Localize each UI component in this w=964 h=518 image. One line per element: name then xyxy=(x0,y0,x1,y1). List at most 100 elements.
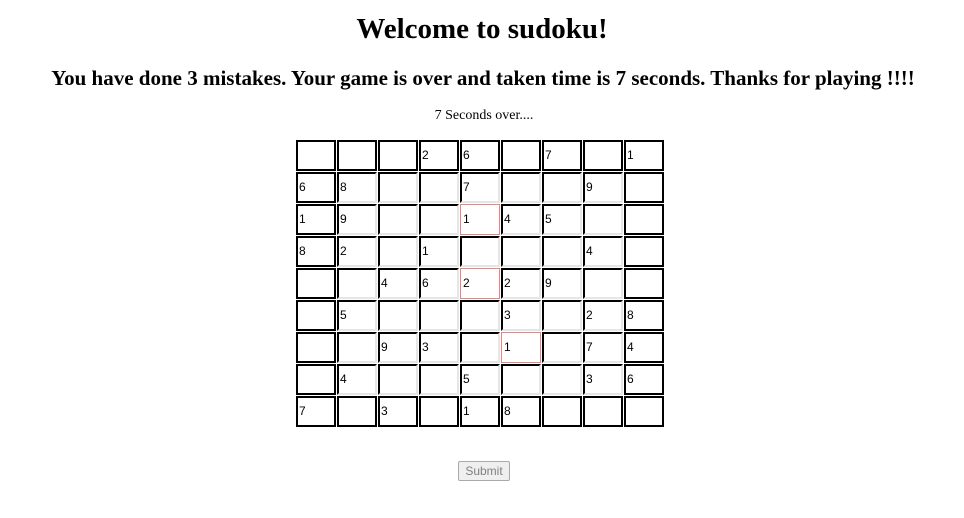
board-cell-wrapper xyxy=(542,396,582,427)
sudoku-cell[interactable]: 2 xyxy=(337,236,377,267)
sudoku-cell[interactable] xyxy=(337,332,377,363)
board-row: 68 7 9 xyxy=(296,172,664,203)
sudoku-cell[interactable]: 9 xyxy=(542,268,582,299)
sudoku-cell[interactable]: 8 xyxy=(296,236,336,267)
sudoku-cell[interactable]: 1 xyxy=(419,236,459,267)
sudoku-cell[interactable] xyxy=(337,140,377,171)
submit-button[interactable]: Submit xyxy=(458,461,510,481)
sudoku-cell[interactable] xyxy=(624,236,664,267)
sudoku-cell[interactable] xyxy=(460,300,500,331)
sudoku-cell[interactable] xyxy=(296,300,336,331)
sudoku-cell[interactable] xyxy=(542,236,582,267)
sudoku-cell[interactable] xyxy=(378,204,418,235)
sudoku-cell[interactable]: 5 xyxy=(460,364,500,395)
sudoku-cell[interactable]: 7 xyxy=(542,140,582,171)
sudoku-cell[interactable] xyxy=(378,300,418,331)
sudoku-cell[interactable]: 3 xyxy=(378,396,418,427)
sudoku-cell[interactable]: 1 xyxy=(460,396,500,427)
sudoku-cell[interactable] xyxy=(460,236,500,267)
sudoku-cell[interactable]: 3 xyxy=(501,300,541,331)
sudoku-cell[interactable]: 8 xyxy=(501,396,541,427)
sudoku-cell[interactable] xyxy=(624,172,664,203)
sudoku-cell-mistake[interactable]: 2 xyxy=(460,268,500,299)
sudoku-cell[interactable]: 6 xyxy=(624,364,664,395)
sudoku-cell[interactable] xyxy=(378,172,418,203)
sudoku-cell[interactable] xyxy=(419,396,459,427)
board-cell-wrapper: 7 xyxy=(296,396,336,427)
sudoku-cell[interactable]: 2 xyxy=(419,140,459,171)
board-cell-wrapper: 1 xyxy=(296,204,336,235)
sudoku-cell[interactable] xyxy=(583,140,623,171)
board-cell-wrapper xyxy=(460,300,500,331)
board-row: 4 5 36 xyxy=(296,364,664,395)
sudoku-cell[interactable] xyxy=(501,172,541,203)
board-row: 7 3 18 xyxy=(296,396,664,427)
sudoku-cell[interactable]: 1 xyxy=(296,204,336,235)
sudoku-cell[interactable]: 9 xyxy=(337,204,377,235)
sudoku-cell[interactable] xyxy=(337,396,377,427)
sudoku-cell[interactable] xyxy=(337,268,377,299)
sudoku-cell[interactable]: 9 xyxy=(583,172,623,203)
board-cell-wrapper: 6 xyxy=(460,140,500,171)
sudoku-cell[interactable] xyxy=(419,172,459,203)
sudoku-cell[interactable]: 5 xyxy=(337,300,377,331)
board-cell-wrapper xyxy=(296,364,336,395)
sudoku-cell[interactable]: 6 xyxy=(460,140,500,171)
board-cell-wrapper: 4 xyxy=(337,364,377,395)
sudoku-cell[interactable]: 4 xyxy=(624,332,664,363)
sudoku-cell[interactable] xyxy=(542,300,582,331)
sudoku-cell[interactable]: 9 xyxy=(378,332,418,363)
board-cell-wrapper: 1 xyxy=(419,236,459,267)
sudoku-cell[interactable] xyxy=(583,268,623,299)
sudoku-cell[interactable] xyxy=(542,364,582,395)
sudoku-cell-mistake[interactable]: 1 xyxy=(460,204,500,235)
sudoku-cell[interactable] xyxy=(542,172,582,203)
sudoku-cell[interactable]: 4 xyxy=(337,364,377,395)
sudoku-cell-mistake[interactable]: 1 xyxy=(501,332,541,363)
sudoku-cell[interactable]: 6 xyxy=(419,268,459,299)
sudoku-cell[interactable]: 8 xyxy=(624,300,664,331)
sudoku-cell[interactable]: 4 xyxy=(378,268,418,299)
sudoku-cell[interactable]: 4 xyxy=(583,236,623,267)
sudoku-cell[interactable] xyxy=(296,364,336,395)
sudoku-cell[interactable]: 6 xyxy=(296,172,336,203)
board-cell-wrapper xyxy=(419,300,459,331)
sudoku-cell[interactable] xyxy=(378,140,418,171)
sudoku-cell[interactable] xyxy=(542,332,582,363)
timer-text: 7 Seconds over.... xyxy=(434,108,534,123)
sudoku-cell[interactable] xyxy=(624,204,664,235)
sudoku-cell[interactable] xyxy=(501,236,541,267)
sudoku-cell[interactable]: 7 xyxy=(583,332,623,363)
sudoku-cell[interactable]: 5 xyxy=(542,204,582,235)
board-cell-wrapper xyxy=(378,204,418,235)
sudoku-cell[interactable]: 2 xyxy=(501,268,541,299)
sudoku-cell[interactable] xyxy=(419,364,459,395)
sudoku-cell[interactable] xyxy=(378,236,418,267)
sudoku-cell[interactable]: 3 xyxy=(583,364,623,395)
sudoku-cell[interactable]: 7 xyxy=(296,396,336,427)
sudoku-cell[interactable]: 1 xyxy=(624,140,664,171)
sudoku-cell[interactable]: 8 xyxy=(337,172,377,203)
sudoku-cell[interactable] xyxy=(296,268,336,299)
sudoku-cell[interactable]: 3 xyxy=(419,332,459,363)
sudoku-cell[interactable] xyxy=(419,300,459,331)
sudoku-cell[interactable] xyxy=(542,396,582,427)
board-cell-wrapper: 3 xyxy=(419,332,459,363)
sudoku-grid-body: 267168791914582144622953289317445367318 xyxy=(296,140,664,427)
board-cell-wrapper: 5 xyxy=(337,300,377,331)
sudoku-cell[interactable] xyxy=(419,204,459,235)
sudoku-cell[interactable] xyxy=(501,140,541,171)
sudoku-cell[interactable] xyxy=(460,332,500,363)
sudoku-cell[interactable] xyxy=(378,364,418,395)
sudoku-cell[interactable]: 2 xyxy=(583,300,623,331)
sudoku-cell[interactable] xyxy=(624,396,664,427)
sudoku-cell[interactable] xyxy=(583,204,623,235)
sudoku-cell[interactable] xyxy=(296,332,336,363)
sudoku-cell[interactable] xyxy=(624,268,664,299)
sudoku-cell[interactable] xyxy=(501,364,541,395)
sudoku-cell[interactable] xyxy=(296,140,336,171)
sudoku-cell[interactable]: 4 xyxy=(501,204,541,235)
board-cell-wrapper xyxy=(460,332,500,363)
sudoku-cell[interactable] xyxy=(583,396,623,427)
sudoku-cell[interactable]: 7 xyxy=(460,172,500,203)
